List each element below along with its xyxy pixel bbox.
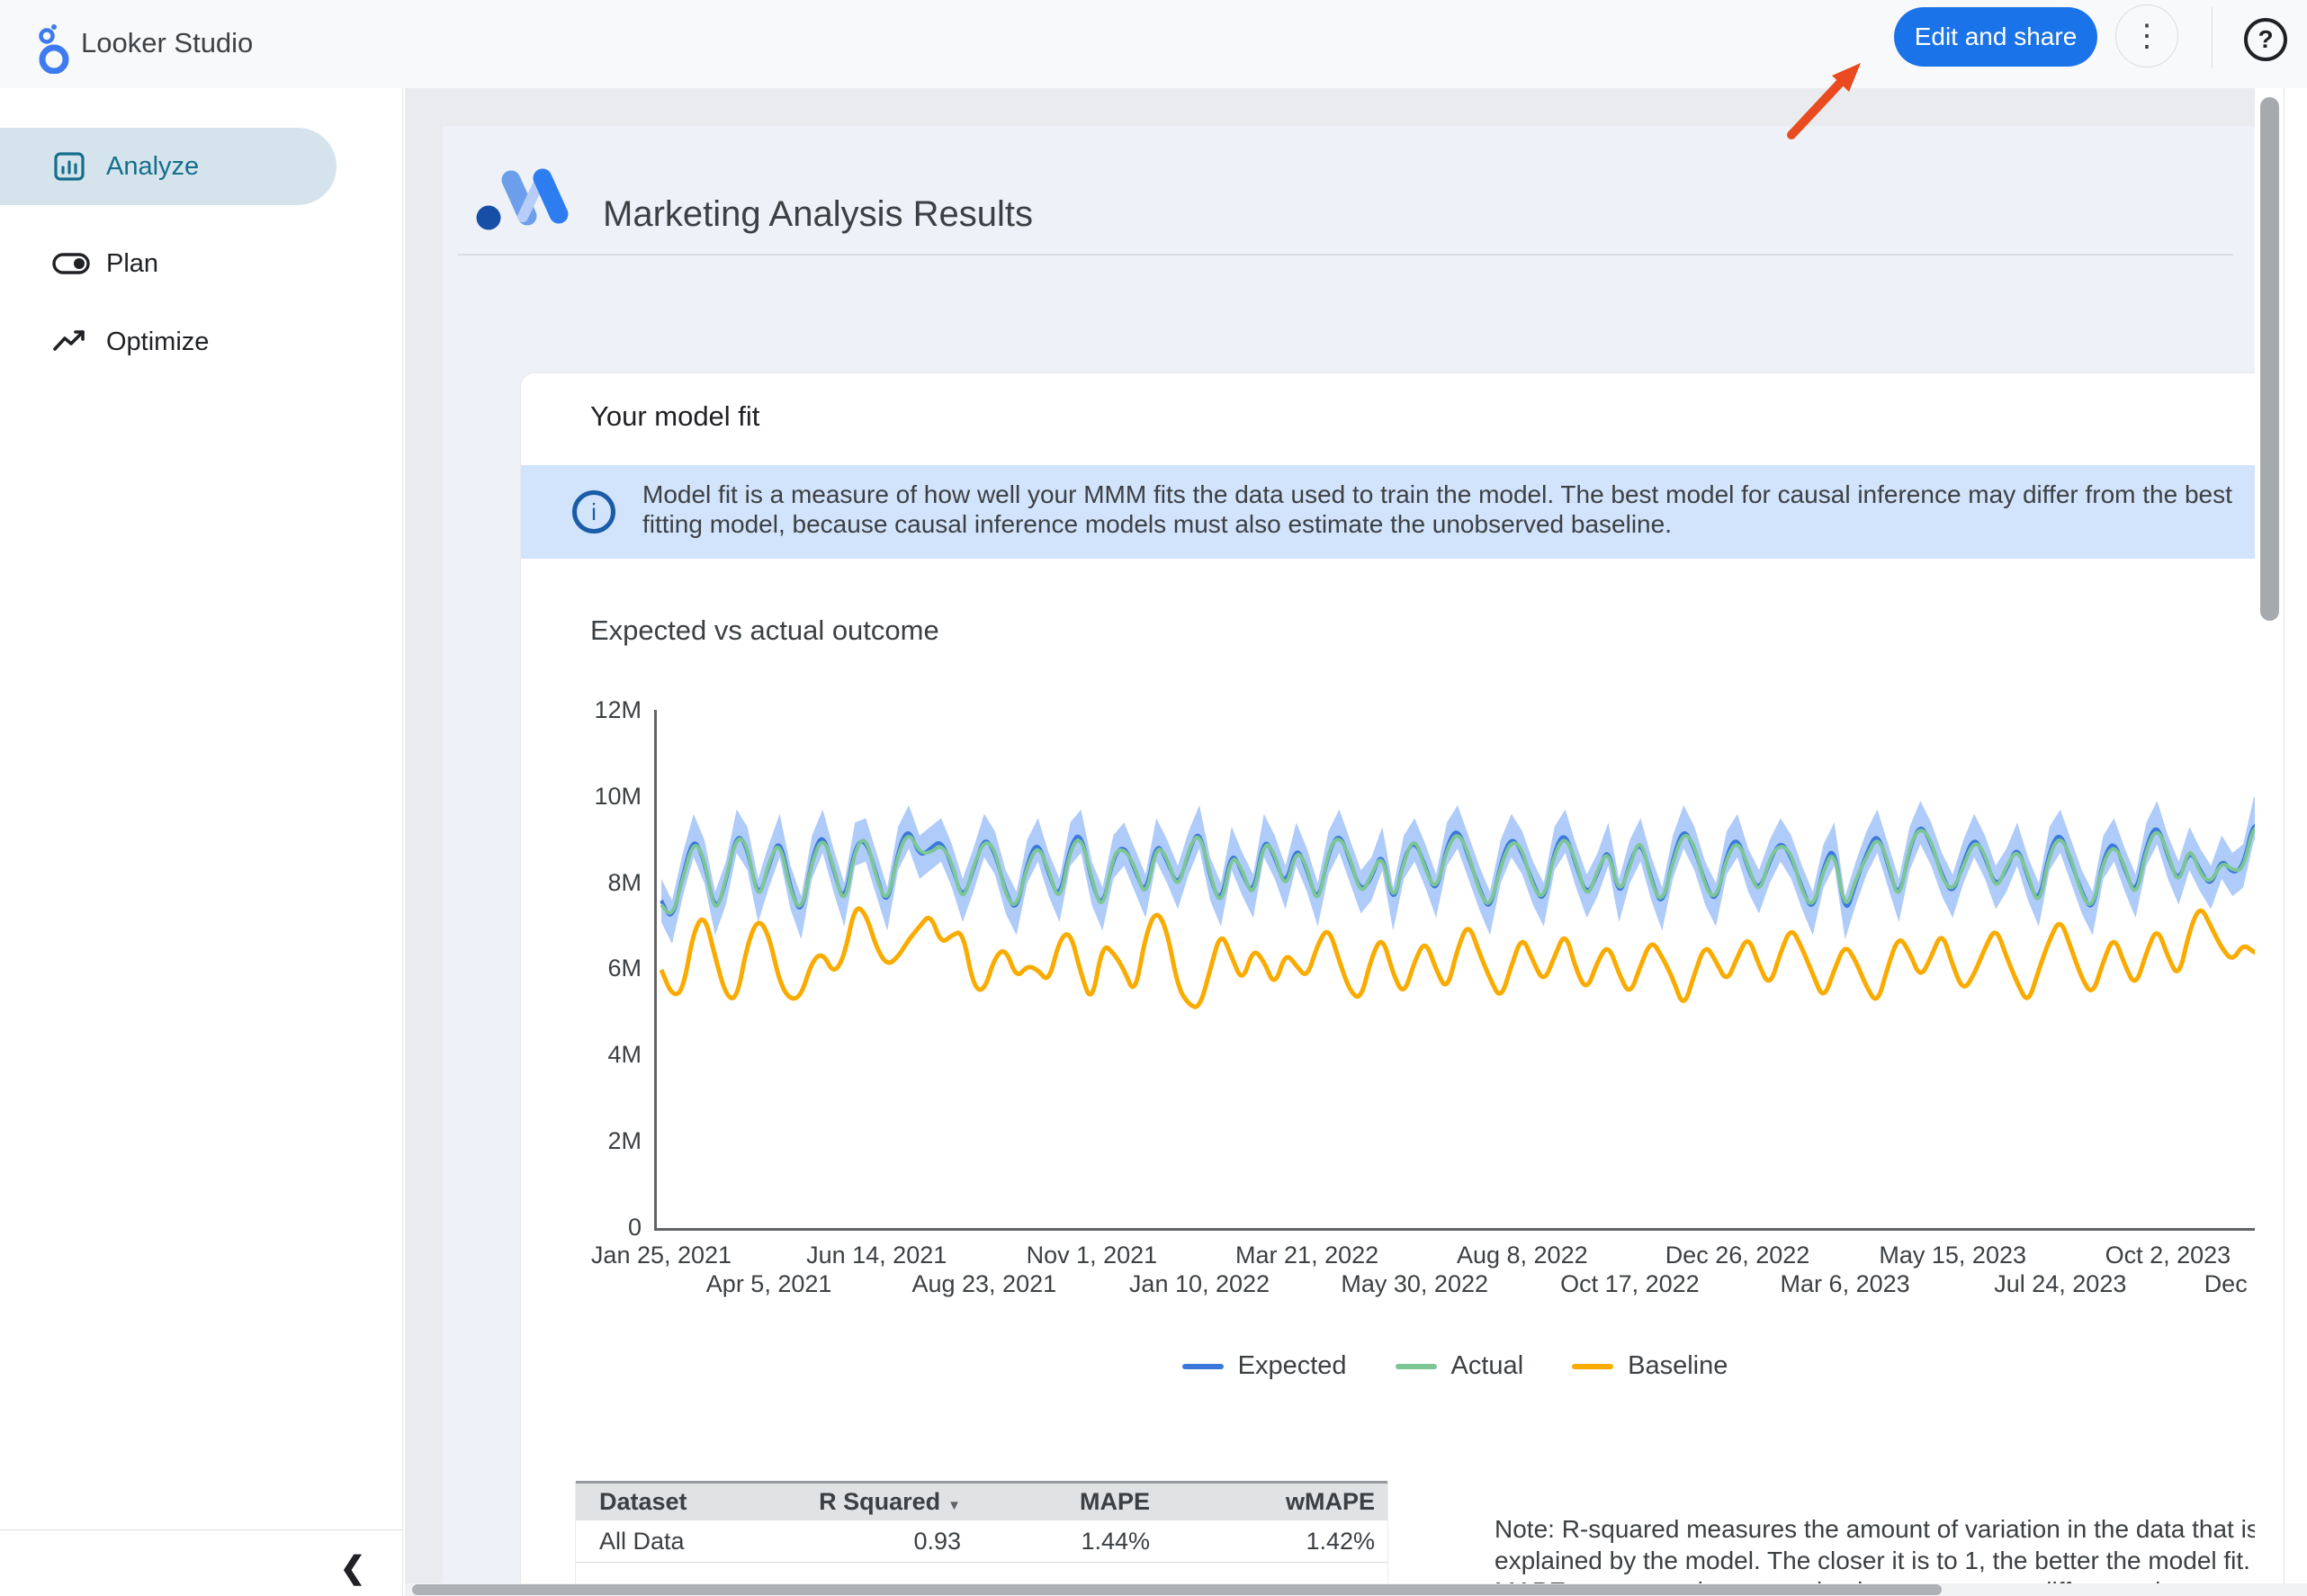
- info-banner: i Model fit is a measure of how well you…: [521, 465, 2255, 559]
- vertical-scrollbar-thumb[interactable]: [2260, 97, 2279, 621]
- collapse-sidebar-button[interactable]: ❮: [326, 1546, 380, 1591]
- report-header-divider: [458, 254, 2233, 256]
- column-header-mape[interactable]: MAPE: [974, 1488, 1162, 1516]
- cell-mape: 1.44%: [974, 1528, 1162, 1556]
- gutter-divider: [2284, 88, 2285, 1596]
- chart-plot: [654, 710, 2255, 1230]
- table-header-row: Dataset R Squared▼ MAPE wMAPE: [576, 1481, 1387, 1520]
- toggle-icon: [51, 246, 91, 282]
- x-tick-label: Jun 14, 2021: [806, 1242, 947, 1269]
- looker-studio-app: Looker Studio Edit and share ⋮ ? Analyze: [0, 0, 2307, 1596]
- question-mark-icon: ?: [2258, 25, 2273, 54]
- y-tick-label: 10M: [570, 783, 642, 811]
- sidebar-item-plan[interactable]: Plan: [0, 225, 337, 302]
- sidebar-item-label: Analyze: [106, 152, 199, 182]
- vertical-scrollbar: [2255, 88, 2307, 1596]
- legend-swatch: [1396, 1364, 1437, 1369]
- horizontal-scrollbar-thumb[interactable]: [412, 1584, 1942, 1595]
- vertical-dots-icon: ⋮: [2132, 21, 2162, 51]
- sidebar-item-analyze[interactable]: Analyze: [0, 128, 337, 205]
- y-tick-label: 6M: [570, 955, 642, 982]
- model-fit-card: Your model fit i Model fit is a measure …: [520, 372, 2255, 1596]
- legend-item-baseline: Baseline: [1572, 1351, 1728, 1381]
- help-button[interactable]: ?: [2244, 18, 2287, 61]
- horizontal-scrollbar: [405, 1583, 2307, 1596]
- sidebar-item-label: Optimize: [106, 327, 209, 357]
- legend-swatch: [1182, 1364, 1224, 1369]
- model-fit-table: Dataset R Squared▼ MAPE wMAPE All: [575, 1481, 1388, 1596]
- marketing-platform-logo-icon: [476, 165, 575, 236]
- edit-and-share-button[interactable]: Edit and share: [1894, 7, 2097, 67]
- column-header-wmape[interactable]: wMAPE: [1162, 1488, 1387, 1516]
- legend-label: Actual: [1451, 1351, 1524, 1381]
- x-tick-label: Mar 6, 2023: [1781, 1270, 1910, 1298]
- x-tick-label: Aug 8, 2022: [1457, 1242, 1588, 1269]
- x-tick-label: Oct 17, 2022: [1560, 1270, 1700, 1298]
- cell-dataset: All Data: [576, 1528, 803, 1556]
- sidebar-divider: [0, 1529, 402, 1530]
- series-line-baseline: [661, 909, 2255, 1007]
- more-options-button[interactable]: ⋮: [2115, 4, 2178, 67]
- legend-swatch: [1572, 1364, 1613, 1369]
- x-tick-label: May 15, 2023: [1879, 1242, 2026, 1269]
- x-tick-label: Jan 10, 2022: [1129, 1270, 1270, 1298]
- table-row: All Data 0.93 1.44% 1.42%: [576, 1520, 1387, 1563]
- legend-label: Baseline: [1628, 1351, 1728, 1381]
- sidebar-item-label: Plan: [106, 249, 158, 279]
- expected-vs-actual-chart: 12M 10M 8M 6M 4M 2M 0 Jan 25, 2021 Jun 14, 2021…: [570, 698, 2255, 1310]
- analytics-icon: [51, 148, 91, 184]
- chart-legend: Expected Actual Baseline: [654, 1351, 2255, 1381]
- cell-r-squared: 0.93: [803, 1528, 974, 1556]
- x-tick-label: Jan 25, 2021: [591, 1242, 732, 1269]
- y-tick-label: 4M: [570, 1041, 642, 1069]
- sort-desc-icon: ▼: [947, 1498, 961, 1513]
- x-tick-label: May 30, 2022: [1341, 1270, 1488, 1298]
- info-banner-text: Model fit is a measure of how well your …: [642, 480, 2255, 539]
- y-tick-label: 0: [570, 1214, 642, 1242]
- looker-studio-logo-icon: [23, 14, 74, 78]
- y-tick-label: 12M: [570, 696, 642, 724]
- report-canvas: Marketing Analysis Results Your model fi…: [443, 126, 2255, 1596]
- chart-section-title: Expected vs actual outcome: [590, 614, 939, 647]
- legend-item-expected: Expected: [1182, 1351, 1347, 1381]
- x-tick-label: Nov 1, 2021: [1027, 1242, 1158, 1269]
- confidence-band: [661, 796, 2255, 944]
- header-divider: [2212, 7, 2213, 68]
- left-nav-sidebar: Analyze Plan Optimize ❮: [0, 88, 403, 1596]
- cell-wmape: 1.42%: [1162, 1528, 1387, 1556]
- x-tick-label: Jul 24, 2023: [1994, 1270, 2126, 1298]
- app-name: Looker Studio: [81, 27, 253, 59]
- column-header-r-squared[interactable]: R Squared▼: [803, 1488, 974, 1516]
- card-title: Your model fit: [590, 400, 759, 433]
- legend-item-actual: Actual: [1396, 1351, 1524, 1381]
- x-tick-label: Aug 23, 2021: [911, 1270, 1056, 1298]
- x-tick-label: Mar 21, 2022: [1235, 1242, 1378, 1269]
- trending-up-icon: [51, 324, 91, 360]
- x-tick-label: Oct 2, 2023: [2105, 1242, 2231, 1269]
- y-tick-label: 8M: [570, 869, 642, 897]
- column-header-dataset[interactable]: Dataset: [576, 1488, 803, 1516]
- x-tick-label: Apr 5, 2021: [706, 1270, 832, 1298]
- x-tick-label: Dec 11, 2023: [2204, 1270, 2255, 1298]
- content-region: Marketing Analysis Results Your model fi…: [405, 88, 2255, 1596]
- x-tick-label: Dec 26, 2022: [1665, 1242, 1810, 1269]
- sidebar-item-optimize[interactable]: Optimize: [0, 303, 337, 381]
- report-title: Marketing Analysis Results: [603, 194, 1033, 235]
- info-icon: i: [572, 490, 615, 533]
- legend-label: Expected: [1238, 1351, 1347, 1381]
- app-header: Looker Studio Edit and share ⋮ ?: [0, 0, 2307, 88]
- y-tick-label: 2M: [570, 1127, 642, 1155]
